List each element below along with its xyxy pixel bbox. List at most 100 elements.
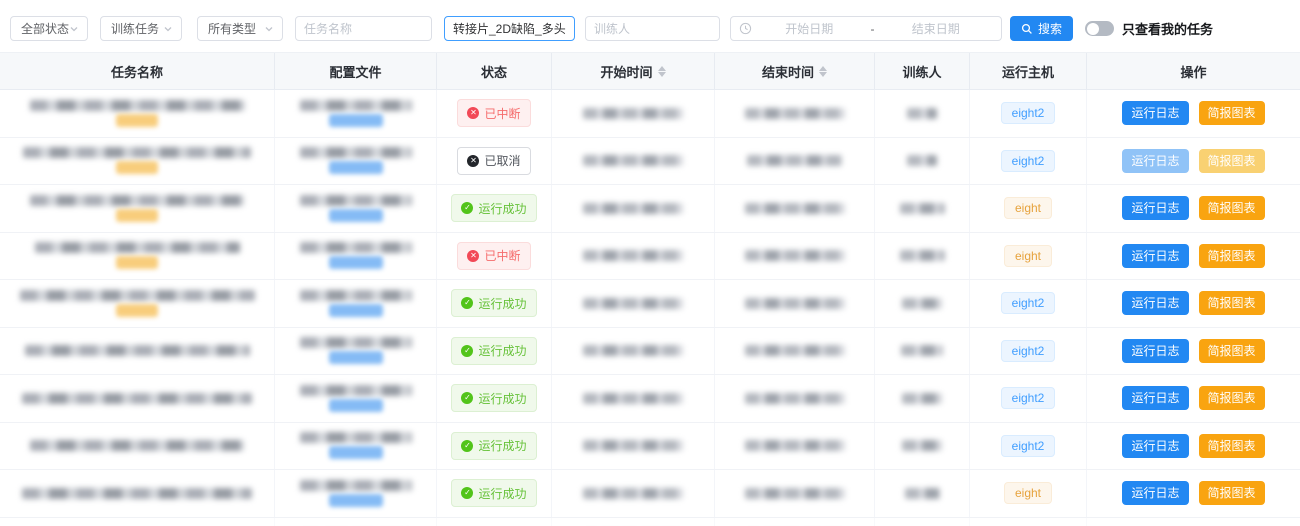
clock-icon xyxy=(739,22,752,35)
column-header-config-file: 配置文件 xyxy=(275,53,437,89)
redacted-config-link[interactable] xyxy=(329,399,383,412)
cross-circle-icon: ✕ xyxy=(467,107,479,119)
task-name-cell xyxy=(0,470,275,517)
actions-cell: 运行日志 简报图表 xyxy=(1087,280,1300,327)
redacted-config-name xyxy=(300,432,412,443)
report-chart-button[interactable]: 简报图表 xyxy=(1199,481,1265,505)
status-badge: ✓ 运行成功 xyxy=(451,384,536,412)
redacted-start-time xyxy=(583,298,683,309)
status-filter-select[interactable]: 全部状态 xyxy=(10,16,88,41)
status-label: 运行成功 xyxy=(478,390,526,407)
actions-cell: 运行日志 简报图表 xyxy=(1087,233,1300,280)
report-chart-button[interactable]: 简报图表 xyxy=(1199,339,1265,363)
actions-cell: 运行日志 简报图表 xyxy=(1087,185,1300,232)
redacted-config-name xyxy=(300,242,412,253)
run-log-button[interactable]: 运行日志 xyxy=(1122,339,1188,363)
status-cell: ✕ 已中断 xyxy=(437,233,552,280)
search-icon xyxy=(1021,23,1033,35)
status-filter-value: 全部状态 xyxy=(21,20,69,37)
run-log-button[interactable]: 运行日志 xyxy=(1122,434,1188,458)
table-row: ✓ 运行成功 eight2 运行日志 简报图表 xyxy=(0,328,1300,376)
sort-carets-icon[interactable] xyxy=(819,66,827,77)
column-header-start-time[interactable]: 开始时间 xyxy=(552,53,715,89)
redacted-config-link[interactable] xyxy=(329,494,383,507)
host-tag: eight2 xyxy=(1001,150,1056,172)
run-log-button[interactable]: 运行日志 xyxy=(1122,149,1188,173)
run-log-button[interactable]: 运行日志 xyxy=(1122,196,1188,220)
trainer-cell xyxy=(875,233,970,280)
my-tasks-toggle[interactable] xyxy=(1085,21,1114,36)
run-log-button[interactable]: 运行日志 xyxy=(1122,386,1188,410)
cross-circle-icon: ✕ xyxy=(467,250,479,262)
category-filter-select[interactable]: 所有类型 xyxy=(197,16,283,41)
host-tag: eight2 xyxy=(1001,340,1056,362)
host-tag: eight xyxy=(1004,197,1052,219)
host-cell: eight xyxy=(970,233,1087,280)
task-name-input[interactable] xyxy=(295,16,432,41)
trainer-cell xyxy=(875,138,970,185)
report-chart-button[interactable]: 简报图表 xyxy=(1199,196,1265,220)
actions-cell xyxy=(1087,518,1300,526)
redacted-config-link[interactable] xyxy=(329,114,383,127)
report-chart-button[interactable]: 简报图表 xyxy=(1199,149,1265,173)
column-header-end-time[interactable]: 结束时间 xyxy=(715,53,875,89)
end-time-cell xyxy=(715,138,875,185)
run-log-button[interactable]: 运行日志 xyxy=(1122,481,1188,505)
status-cell: ✓ 运行成功 xyxy=(437,328,552,375)
status-badge: ✓ 运行成功 xyxy=(451,479,536,507)
search-keyword-input[interactable] xyxy=(444,16,575,41)
redacted-config-name xyxy=(300,337,412,348)
redacted-trainer xyxy=(902,393,942,404)
task-type-filter-select[interactable]: 训练任务 xyxy=(100,16,182,41)
redacted-config-link[interactable] xyxy=(329,446,383,459)
task-name-cell xyxy=(0,423,275,470)
run-log-button[interactable]: 运行日志 xyxy=(1122,101,1188,125)
actions-cell: 运行日志 简报图表 xyxy=(1087,470,1300,517)
redacted-end-time xyxy=(747,155,842,166)
trainer-cell xyxy=(875,375,970,422)
task-name-cell xyxy=(0,90,275,137)
column-header-host: 运行主机 xyxy=(970,53,1087,89)
redacted-trainer xyxy=(902,298,942,309)
report-chart-button[interactable]: 简报图表 xyxy=(1199,434,1265,458)
my-tasks-toggle-label: 只查看我的任务 xyxy=(1122,19,1213,38)
report-chart-button[interactable]: 简报图表 xyxy=(1199,386,1265,410)
end-time-cell xyxy=(715,185,875,232)
redacted-config-name xyxy=(300,480,412,491)
actions-cell: 运行日志 简报图表 xyxy=(1087,423,1300,470)
report-chart-button[interactable]: 简报图表 xyxy=(1199,291,1265,315)
end-time-cell xyxy=(715,90,875,137)
check-circle-icon: ✓ xyxy=(461,345,473,357)
redacted-config-link[interactable] xyxy=(329,209,383,222)
host-cell: eight2 xyxy=(970,90,1087,137)
date-range-picker[interactable]: 开始日期 - 结束日期 xyxy=(730,16,1002,41)
redacted-config-link[interactable] xyxy=(329,351,383,364)
trainer-cell xyxy=(875,423,970,470)
task-name-cell xyxy=(0,185,275,232)
search-button[interactable]: 搜索 xyxy=(1010,16,1073,41)
report-chart-button[interactable]: 简报图表 xyxy=(1199,244,1265,268)
start-time-cell xyxy=(552,470,715,517)
end-date-placeholder[interactable]: 结束日期 xyxy=(879,20,994,37)
run-log-button[interactable]: 运行日志 xyxy=(1122,291,1188,315)
redacted-config-link[interactable] xyxy=(329,256,383,269)
host-tag: eight2 xyxy=(1001,387,1056,409)
trainer-input[interactable] xyxy=(585,16,720,41)
actions-cell: 运行日志 简报图表 xyxy=(1087,90,1300,137)
redacted-start-time xyxy=(583,250,683,261)
status-label: 已中断 xyxy=(484,105,520,122)
redacted-task-name xyxy=(30,440,244,451)
redacted-config-link[interactable] xyxy=(329,304,383,317)
sort-carets-icon[interactable] xyxy=(658,66,666,77)
column-header-trainer: 训练人 xyxy=(875,53,970,89)
run-log-button[interactable]: 运行日志 xyxy=(1122,244,1188,268)
redacted-config-link[interactable] xyxy=(329,161,383,174)
start-date-placeholder[interactable]: 开始日期 xyxy=(752,20,867,37)
trainer-cell xyxy=(875,280,970,327)
status-cell xyxy=(437,518,552,526)
redacted-start-time xyxy=(583,155,683,166)
table-row-partial xyxy=(0,518,1300,526)
host-cell: eight2 xyxy=(970,138,1087,185)
check-circle-icon: ✓ xyxy=(461,487,473,499)
report-chart-button[interactable]: 简报图表 xyxy=(1199,101,1265,125)
